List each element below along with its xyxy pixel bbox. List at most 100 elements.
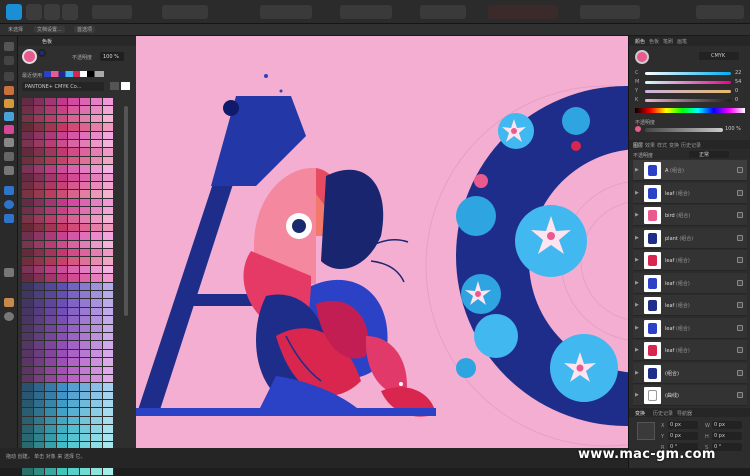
color-swatch[interactable] xyxy=(91,257,103,266)
color-swatch[interactable] xyxy=(33,148,45,157)
color-swatch[interactable] xyxy=(45,190,57,199)
expand-arrow-icon[interactable]: ▶ xyxy=(635,370,639,376)
color-swatch[interactable] xyxy=(22,366,34,375)
color-swatch[interactable] xyxy=(33,408,45,417)
color-swatch[interactable] xyxy=(45,332,57,342)
color-swatch[interactable] xyxy=(79,349,91,359)
color-swatch[interactable] xyxy=(102,425,114,434)
pen-tool-icon[interactable] xyxy=(4,86,14,95)
color-swatch[interactable] xyxy=(22,215,34,224)
layer-row[interactable]: ▶ plant (组合) xyxy=(633,227,747,249)
color-swatch[interactable] xyxy=(68,207,80,216)
fill-tool-icon[interactable] xyxy=(4,125,14,134)
color-swatch[interactable] xyxy=(102,257,114,266)
color-swatch[interactable] xyxy=(56,207,68,216)
layer-row[interactable]: ▶ leaf (组合) xyxy=(633,340,747,361)
color-swatch[interactable] xyxy=(22,324,34,333)
geometry-button[interactable] xyxy=(488,5,558,19)
color-swatch[interactable] xyxy=(22,307,34,317)
color-swatch[interactable] xyxy=(102,416,114,426)
color-swatch[interactable] xyxy=(91,123,103,132)
color-swatch[interactable] xyxy=(45,290,57,300)
color-swatch[interactable] xyxy=(22,425,34,434)
color-swatch[interactable] xyxy=(56,416,68,426)
color-swatch[interactable] xyxy=(45,198,57,208)
color-swatch[interactable] xyxy=(33,299,45,308)
palette-dropdown[interactable]: PANTONE+ CMYK Co... xyxy=(22,82,104,91)
color-swatch[interactable] xyxy=(102,156,114,166)
color-swatch[interactable] xyxy=(79,190,91,199)
anchor-selector[interactable] xyxy=(637,422,655,440)
color-swatch[interactable] xyxy=(79,181,91,191)
color-fill-well[interactable] xyxy=(635,50,649,64)
color-swatch[interactable] xyxy=(45,106,57,115)
tab-brushes[interactable]: 画笔 xyxy=(677,38,687,45)
color-swatch[interactable] xyxy=(91,190,103,199)
view-options-button[interactable] xyxy=(696,5,744,19)
color-swatch[interactable] xyxy=(56,316,68,325)
color-swatch[interactable] xyxy=(33,198,45,208)
color-swatch[interactable] xyxy=(33,165,45,174)
yellow-slider[interactable] xyxy=(645,90,731,93)
color-swatch[interactable] xyxy=(33,391,45,401)
color-swatch[interactable] xyxy=(91,223,103,233)
tab-styles[interactable]: 样式 xyxy=(657,142,667,149)
color-swatch[interactable] xyxy=(45,181,57,191)
color-swatch[interactable] xyxy=(79,106,91,115)
color-swatch[interactable] xyxy=(102,181,114,191)
layer-row[interactable]: ▶ leaf (组合) xyxy=(633,250,747,271)
color-swatch[interactable] xyxy=(45,433,57,443)
tab-swatches-right[interactable]: 色板 xyxy=(649,38,659,45)
color-swatch[interactable] xyxy=(102,98,114,107)
color-swatch[interactable] xyxy=(45,165,57,174)
color-swatch[interactable] xyxy=(22,299,34,308)
layer-row[interactable]: ▶ bird (组合) xyxy=(633,205,747,226)
artboard-tool-icon[interactable] xyxy=(4,56,14,65)
color-swatch[interactable] xyxy=(22,408,34,417)
color-swatch[interactable] xyxy=(33,341,45,350)
place-image-icon[interactable] xyxy=(4,152,14,161)
color-swatch[interactable] xyxy=(22,156,34,166)
color-swatch[interactable] xyxy=(56,156,68,166)
color-swatch[interactable] xyxy=(91,131,103,140)
color-swatch[interactable] xyxy=(22,358,34,367)
color-swatch[interactable] xyxy=(22,232,34,241)
color-swatch[interactable] xyxy=(102,282,114,291)
color-swatch[interactable] xyxy=(79,131,91,140)
color-swatch[interactable] xyxy=(33,332,45,342)
color-swatch[interactable] xyxy=(79,383,91,392)
tab-transform-panel[interactable]: 变换 xyxy=(635,410,645,417)
color-swatch[interactable] xyxy=(22,165,34,174)
color-swatch[interactable] xyxy=(68,240,80,250)
color-swatch[interactable] xyxy=(102,408,114,417)
black-slider[interactable] xyxy=(645,99,731,102)
color-swatch[interactable] xyxy=(102,114,114,124)
color-swatch[interactable] xyxy=(68,282,80,291)
color-swatch[interactable] xyxy=(56,358,68,367)
color-swatch[interactable] xyxy=(33,131,45,140)
channel-y-value[interactable]: 0 xyxy=(735,88,738,94)
color-swatch[interactable] xyxy=(68,274,80,283)
color-swatch[interactable] xyxy=(79,358,91,367)
color-swatch[interactable] xyxy=(22,467,34,476)
color-swatch[interactable] xyxy=(79,148,91,157)
color-swatch[interactable] xyxy=(33,274,45,283)
color-swatch[interactable] xyxy=(22,349,34,359)
color-swatch[interactable] xyxy=(45,265,57,275)
color-swatch[interactable] xyxy=(56,307,68,317)
expand-arrow-icon[interactable]: ▶ xyxy=(635,392,639,398)
color-swatch[interactable] xyxy=(45,341,57,350)
layer-row[interactable]: ▶ leaf (组合) xyxy=(633,182,747,204)
expand-arrow-icon[interactable]: ▶ xyxy=(635,257,639,263)
color-swatch[interactable] xyxy=(79,324,91,333)
opacity-field[interactable]: 100 % xyxy=(100,52,124,61)
color-swatch[interactable] xyxy=(45,299,57,308)
color-swatch[interactable] xyxy=(56,383,68,392)
color-swatch[interactable] xyxy=(91,332,103,342)
color-swatch[interactable] xyxy=(56,139,68,149)
color-swatch[interactable] xyxy=(56,181,68,191)
color-swatch[interactable] xyxy=(79,299,91,308)
color-swatch[interactable] xyxy=(33,232,45,241)
color-swatch[interactable] xyxy=(91,408,103,417)
color-swatch[interactable] xyxy=(79,257,91,266)
